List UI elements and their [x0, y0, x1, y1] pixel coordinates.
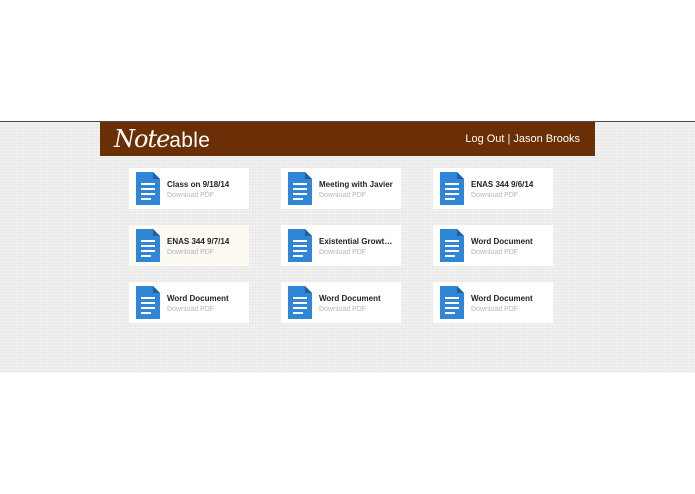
document-icon [136, 172, 160, 205]
document-icon [288, 229, 312, 262]
download-pdf-link[interactable]: Download PDF [167, 306, 214, 313]
document-title: Word Document [167, 294, 229, 303]
document-icon [440, 286, 464, 319]
document-icon [440, 172, 464, 205]
logout-link[interactable]: Log Out [465, 133, 504, 145]
document-title: Word Document [471, 294, 533, 303]
document-card[interactable]: Word Document Download PDF [129, 282, 249, 323]
document-icon [136, 229, 160, 262]
nav-separator: | [507, 133, 511, 145]
app-stage: Noteable Log Out | Jason Brooks Class on 9… [0, 121, 695, 373]
document-card[interactable]: ENAS 344 9/6/14 Download PDF [433, 168, 553, 209]
document-title: Meeting with Javier [319, 180, 393, 189]
logo-rest-part: able [169, 129, 211, 152]
document-icon [440, 229, 464, 262]
download-pdf-link[interactable]: Download PDF [471, 306, 518, 313]
download-pdf-link[interactable]: Download PDF [471, 249, 518, 256]
document-card[interactable]: ENAS 344 9/7/14 Download PDF [129, 225, 249, 266]
noteable-logo[interactable]: Noteable [114, 124, 210, 154]
user-links: Log Out | Jason Brooks [465, 122, 580, 156]
document-title: ENAS 344 9/6/14 [471, 180, 534, 189]
logo-script-part: Note [114, 125, 170, 153]
document-title: Word Document [319, 294, 381, 303]
document-card[interactable]: Word Document Download PDF [281, 282, 401, 323]
document-title: Class on 9/18/14 [167, 180, 230, 189]
document-card[interactable]: Meeting with Javier Download PDF [281, 168, 401, 209]
document-icon [288, 286, 312, 319]
document-title: Word Document [471, 237, 533, 246]
document-title: ENAS 344 9/7/14 [167, 237, 230, 246]
document-card[interactable]: Class on 9/18/14 Download PDF [129, 168, 249, 209]
download-pdf-link[interactable]: Download PDF [319, 192, 366, 199]
download-pdf-link[interactable]: Download PDF [471, 192, 518, 199]
document-icon [136, 286, 160, 319]
document-title: Existential Growt… [319, 237, 393, 246]
document-card[interactable]: Word Document Download PDF [433, 282, 553, 323]
document-card[interactable]: Word Document Download PDF [433, 225, 553, 266]
user-name-link[interactable]: Jason Brooks [513, 133, 580, 145]
download-pdf-link[interactable]: Download PDF [319, 249, 366, 256]
download-pdf-link[interactable]: Download PDF [167, 192, 214, 199]
download-pdf-link[interactable]: Download PDF [319, 306, 366, 313]
top-navbar: Noteable Log Out | Jason Brooks [100, 122, 595, 156]
document-card[interactable]: Existential Growt… Download PDF [281, 225, 401, 266]
download-pdf-link[interactable]: Download PDF [167, 249, 214, 256]
document-icon [288, 172, 312, 205]
